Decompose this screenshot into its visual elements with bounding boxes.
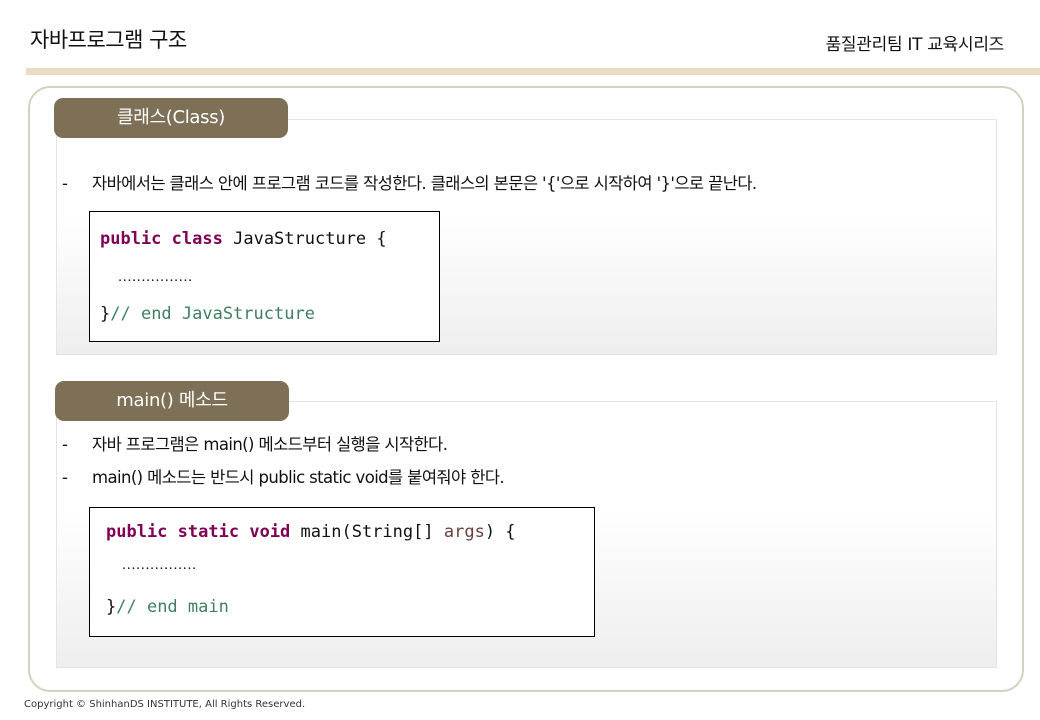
class-code-box: public class JavaStructure { ...........… (89, 211, 440, 342)
class-section-tab: 클래스(Class) (54, 98, 288, 138)
class-bullet-text: 자바에서는 클래스 안에 프로그램 코드를 작성한다. 클래스의 본문은 '{'… (92, 174, 757, 193)
code-brace: } (100, 304, 111, 324)
code-signature-tail: ) { (484, 522, 516, 542)
main-bullet-2-text: main() 메소드는 반드시 public static void를 붙여줘야… (92, 468, 505, 487)
main-code-line-3: }// end main (106, 597, 229, 617)
page-title: 자바프로그램 구조 (30, 28, 187, 52)
class-bullet: - 자바에서는 클래스 안에 프로그램 코드를 작성한다. 클래스의 본문은 '{… (62, 170, 757, 194)
main-code-box: public static void main(String[] args) {… (89, 507, 595, 637)
bullet-dash: - (62, 435, 68, 454)
code-keyword: class (171, 229, 223, 249)
code-comment: // end JavaStructure (110, 304, 315, 324)
code-keyword: static (177, 522, 240, 542)
series-title: 품질관리팀 IT 교육시리즈 (825, 35, 1005, 55)
code-ellipsis: ................ (122, 556, 197, 573)
copyright-footer: Copyright © ShinhanDS INSTITUTE, All Rig… (24, 699, 306, 710)
code-class-name: JavaStructure (233, 229, 367, 249)
bullet-dash: - (62, 468, 68, 487)
main-bullet-2: - main() 메소드는 반드시 public static void를 붙여줘… (62, 464, 505, 488)
code-ellipsis: ................ (118, 268, 193, 285)
header-divider (26, 68, 1040, 75)
main-code-line-1: public static void main(String[] args) { (106, 522, 516, 542)
bullet-dash: - (62, 174, 68, 193)
code-keyword: public (106, 522, 168, 542)
class-code-line-1: public class JavaStructure { (100, 229, 387, 249)
code-keyword: void (249, 522, 291, 542)
class-code-line-3: }// end JavaStructure (100, 304, 315, 324)
code-method-signature: main(String[] (300, 522, 434, 542)
code-brace: { (376, 229, 387, 249)
code-parameter: args (443, 522, 485, 542)
main-section-tab: main() 메소드 (55, 381, 289, 421)
main-bullet-1-text: 자바 프로그램은 main() 메소드부터 실행을 시작한다. (92, 435, 448, 454)
code-keyword: public (100, 229, 162, 249)
main-bullet-1: - 자바 프로그램은 main() 메소드부터 실행을 시작한다. (62, 431, 448, 455)
code-brace: } (106, 597, 117, 617)
code-comment: // end main (116, 597, 229, 617)
